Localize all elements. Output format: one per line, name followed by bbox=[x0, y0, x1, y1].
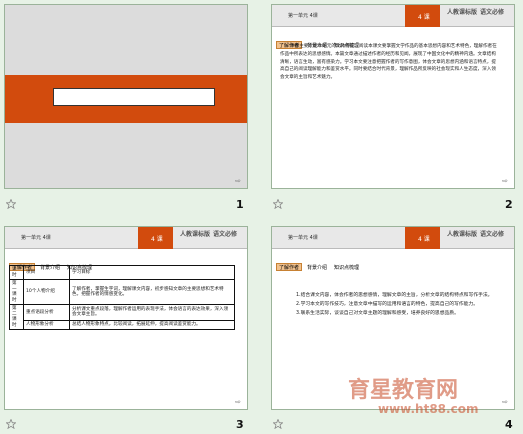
slide-number: 1 bbox=[236, 198, 244, 211]
tab-knowledge[interactable]: 知识点梳理 bbox=[332, 264, 361, 272]
watermark-url: www.ht88.com bbox=[378, 402, 479, 416]
nav-arrow-icon: ⇨ bbox=[235, 177, 241, 185]
slide-tabs: 了解作者 背景介绍 知识点梳理 bbox=[276, 32, 364, 49]
slide-tabs: 了解作者 背景介绍 知识点梳理 bbox=[9, 254, 97, 271]
header-logo-2: 语文必修 bbox=[480, 9, 505, 16]
slide-header: 第一单元 4课 4 课 人教课标版 语文必修 bbox=[272, 227, 514, 249]
slide-star-icon bbox=[6, 419, 16, 429]
table-cell: 10个人物介绍 bbox=[23, 279, 70, 305]
table-cell: 人物形象分析 bbox=[23, 319, 70, 331]
table-cell: 第二课时 bbox=[9, 304, 24, 330]
slide-header: 第一单元 4课 4 课 人教课标版 语文必修 bbox=[272, 5, 514, 27]
table-cell: 项目 bbox=[23, 265, 70, 280]
table-cell: 课时 bbox=[9, 265, 24, 280]
course-label: 第一单元 4课 bbox=[21, 235, 51, 241]
header-accent-block: 4 课 bbox=[405, 227, 440, 249]
slide-body-text: 本课主要介绍本单元的文体特征。阅读本课文要掌握文学作品的基本思想内容和艺术特色，… bbox=[280, 44, 497, 81]
table-cell: 分析课文重点段落，理解作者运用的表现手法，体会语言的表达效果，深入领会文章主旨。 bbox=[69, 304, 235, 321]
table-row: 课时 项目 学习目标 bbox=[9, 265, 235, 280]
table-cell: 重点语段分析 bbox=[23, 304, 70, 321]
course-label: 第一单元 4课 bbox=[288, 13, 318, 19]
paragraph: 3.联系生活实际，谈谈自己对文章主题的理解和感受，培养良好的思想品质。 bbox=[296, 311, 459, 316]
nav-arrow-icon: ⇨ bbox=[235, 398, 241, 406]
slide-number: 4 bbox=[505, 418, 513, 431]
paragraph: 1.结合课文内容，体会作者的思想感情，理解文章的主旨，分析文章的结构特点和写作手… bbox=[296, 293, 493, 298]
slide-header: 第一单元 4课 4 课 人教课标版 语文必修 bbox=[5, 227, 247, 249]
paragraph: 2.学习本文的写作技巧，注意文章中描写的运用和语言的特色，提高自己的写作能力。 bbox=[296, 302, 479, 307]
table-cell: 学习目标 bbox=[69, 265, 235, 280]
slide-number: 2 bbox=[505, 198, 513, 211]
tab-author[interactable]: 了解作者 bbox=[276, 263, 303, 271]
title-placeholder bbox=[53, 88, 215, 106]
tab-background[interactable]: 背景介绍 bbox=[305, 264, 329, 272]
table-cell: 总结人物形象特点，比较阅读，拓展延伸，提高阅读鉴赏能力。 bbox=[69, 319, 235, 331]
slide-1-thumbnail[interactable]: ⇨ bbox=[4, 4, 248, 189]
header-accent-block: 4 课 bbox=[138, 227, 173, 249]
slide-star-icon bbox=[273, 199, 283, 209]
slide-star-icon bbox=[273, 419, 283, 429]
course-label: 第一单元 4课 bbox=[288, 235, 318, 241]
site-watermark: 育星教育网 www.ht88.com bbox=[348, 378, 520, 416]
slide-2-thumbnail[interactable]: 第一单元 4课 4 课 人教课标版 语文必修 了解作者 背景介绍 知识点梳理 本课主… bbox=[271, 4, 515, 189]
slide-number: 3 bbox=[236, 418, 244, 431]
slide-tabs: 了解作者 背景介绍 知识点梳理 bbox=[276, 254, 364, 271]
watermark-title: 育星教育网 bbox=[348, 377, 459, 403]
table-row: 第二课时 重点语段分析 分析课文重点段落，理解作者运用的表现手法，体会语言的表达… bbox=[9, 304, 235, 330]
table-row: 第一课时 10个人物介绍 了解作者，掌握生字词，理解课文内容，初步感知文章的主要… bbox=[9, 279, 235, 305]
header-accent-block: 4 课 bbox=[405, 5, 440, 27]
table-row: 人物形象分析 总结人物形象特点，比较阅读，拓展延伸，提高阅读鉴赏能力。 bbox=[10, 319, 235, 331]
lesson-plan-table: 课时 项目 学习目标 第一课时 10个人物介绍 了解作者，掌握生字词，理解课文内… bbox=[9, 265, 235, 331]
slide-star-icon bbox=[6, 199, 16, 209]
slide-body-text: 1.结合课文内容，体会作者的思想感情，理解文章的主旨，分析文章的结构特点和写作手… bbox=[286, 291, 494, 318]
table-cell: 第一课时 bbox=[9, 279, 24, 305]
table-cell: 了解作者，掌握生字词，理解课文内容，初步感知文章的主要思想和艺术特色，把握作者的… bbox=[69, 279, 235, 305]
header-logo: 人教课标版 bbox=[447, 231, 478, 238]
header-logo: 人教课标版 bbox=[180, 231, 211, 238]
nav-arrow-icon: ⇨ bbox=[502, 177, 508, 185]
header-logo-2: 语文必修 bbox=[480, 231, 505, 238]
slide-3-thumbnail[interactable]: 第一单元 4课 4 课 人教课标版 语文必修 了解作者 背景介绍 知识点梳理 课时 … bbox=[4, 226, 248, 410]
header-logo: 人教课标版 bbox=[447, 9, 478, 16]
header-logo-2: 语文必修 bbox=[213, 231, 238, 238]
